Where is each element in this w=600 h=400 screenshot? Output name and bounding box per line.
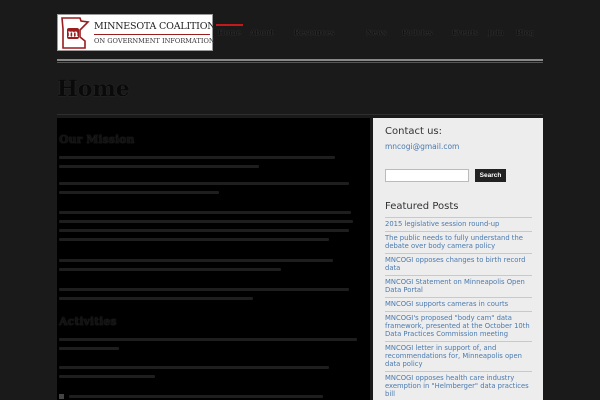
- featured-post-link[interactable]: MNCOGI opposes health care industry exem…: [385, 371, 532, 400]
- text-line: [59, 375, 155, 378]
- featured-post-link[interactable]: MNCOGI letter in support of, and recomme…: [385, 341, 532, 371]
- text-line: [59, 220, 353, 223]
- featured-post-link[interactable]: The public needs to fully understand the…: [385, 231, 532, 253]
- featured-posts-list: 2015 legislative session round-up The pu…: [385, 217, 532, 400]
- nav-item-events[interactable]: Events: [452, 28, 478, 37]
- featured-post-link[interactable]: MNCOGI Statement on Minneapolis Open Dat…: [385, 275, 532, 297]
- text-line: [59, 338, 357, 341]
- logo-mark-letter: m: [68, 29, 79, 40]
- site-logo[interactable]: m MINNESOTA COALITION ON GOVERNMENT INFO…: [57, 14, 216, 51]
- bullet-icon: [59, 394, 64, 399]
- text-line: [59, 297, 253, 300]
- featured-post-link[interactable]: MNCOGI opposes changes to birth record d…: [385, 253, 532, 275]
- contact-heading: Contact us:: [385, 126, 443, 137]
- header-divider: [57, 59, 543, 63]
- nav-item-news[interactable]: News: [366, 28, 387, 37]
- title-divider: [57, 114, 543, 115]
- text-line: [59, 366, 329, 369]
- sidebar: Contact us: mncogi@gmail.com Search Feat…: [373, 118, 543, 400]
- nav-item-blog[interactable]: Blog: [516, 28, 534, 37]
- minnesota-map-icon: m: [61, 17, 90, 49]
- logo-line-1: MINNESOTA COALITION: [94, 21, 216, 32]
- logo-divider: [94, 34, 210, 35]
- contact-email-link[interactable]: mncogi@gmail.com: [385, 142, 459, 151]
- text-line: [59, 191, 219, 194]
- featured-post-link[interactable]: MNCOGI's proposed "body cam" data framew…: [385, 311, 532, 341]
- search-button[interactable]: Search: [475, 169, 506, 182]
- text-line: [59, 259, 333, 262]
- nav-item-about[interactable]: About: [250, 28, 273, 37]
- search-input[interactable]: [385, 169, 469, 182]
- text-line: [59, 288, 349, 291]
- featured-post-link[interactable]: 2015 legislative session round-up: [385, 217, 532, 231]
- nav-item-home[interactable]: Home: [218, 28, 241, 37]
- section-heading-mission: Our Mission: [59, 133, 135, 146]
- section-heading-activities: Activities: [59, 315, 117, 328]
- text-line: [59, 229, 349, 232]
- text-line: [59, 347, 119, 350]
- text-line: [59, 268, 281, 271]
- text-line: [59, 156, 335, 159]
- nav-item-policies[interactable]: Policies: [402, 28, 432, 37]
- nav-item-resources[interactable]: Resources: [294, 28, 334, 37]
- text-line: [59, 165, 259, 168]
- featured-post-link[interactable]: MNCOGI supports cameras in courts: [385, 297, 532, 311]
- text-line: [69, 395, 323, 398]
- text-line: [59, 238, 329, 241]
- featured-posts-heading: Featured Posts: [385, 201, 459, 212]
- text-line: [59, 211, 351, 214]
- nav-item-join[interactable]: Join: [488, 28, 504, 37]
- page-title: Home: [57, 76, 130, 102]
- active-nav-indicator: [216, 24, 243, 26]
- main-content: Our Mission Activities: [57, 118, 370, 400]
- text-line: [59, 182, 349, 185]
- site-header: m MINNESOTA COALITION ON GOVERNMENT INFO…: [0, 0, 600, 64]
- logo-line-2: ON GOVERNMENT INFORMATION: [94, 37, 215, 45]
